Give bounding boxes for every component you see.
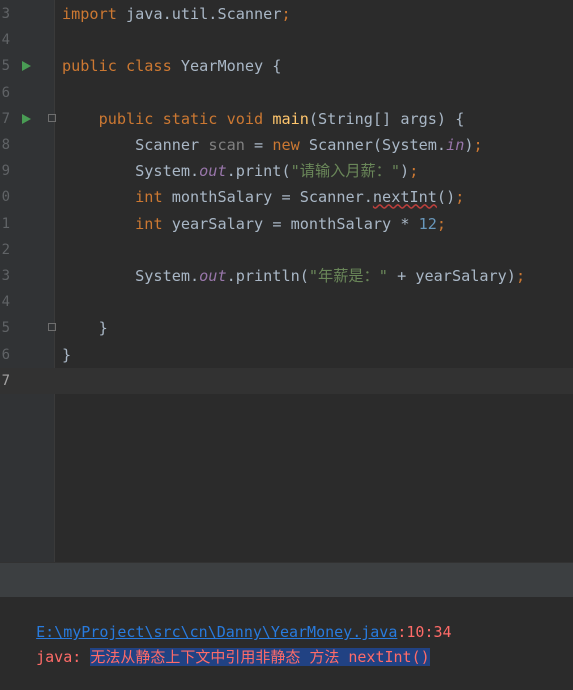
error-prefix: java: — [36, 648, 91, 666]
error-message-line: java: 无法从静态上下文中引用非静态 方法 nextInt() — [0, 624, 430, 666]
error-location-line: E:\myProject\src\cn\Danny\YearMoney.java… — [0, 599, 451, 641]
code-text: int monthSalary = Scanner.nextInt(); — [62, 184, 464, 210]
code-text: Scanner scan = new Scanner(System.in); — [62, 132, 483, 158]
line-number: 9 — [1, 163, 10, 180]
code-line[interactable]: 4 — [0, 27, 573, 53]
code-token: int — [135, 214, 172, 233]
code-line[interactable]: 2 — [0, 237, 573, 263]
code-token: (String[] args) { — [308, 109, 465, 128]
code-token: "年薪是：" — [308, 267, 388, 285]
line-number: 3 — [1, 268, 10, 284]
code-token: ; — [436, 214, 447, 233]
code-token: } — [62, 345, 72, 364]
line-number: 2 — [1, 241, 10, 258]
code-line[interactable]: 6 — [0, 80, 573, 106]
run-panel-toolbar — [0, 562, 573, 598]
code-line[interactable]: 7 public static void main(String[] args)… — [0, 106, 573, 132]
code-token: = — [244, 136, 273, 154]
code-token: } — [62, 319, 108, 338]
line-number: 0 — [1, 189, 10, 206]
code-token: ) — [464, 136, 474, 154]
line-number: 6 — [1, 346, 10, 363]
code-text: import java.util.Scanner; — [62, 1, 291, 27]
code-token: ; — [515, 267, 526, 285]
code-token: out — [199, 267, 227, 285]
code-token: 12 — [418, 214, 437, 233]
code-token: public class — [62, 57, 181, 76]
code-token: int — [135, 188, 172, 207]
code-line[interactable]: 4 — [0, 289, 573, 315]
code-token: monthSalary = Scanner. — [171, 188, 373, 207]
line-number: 7 — [1, 110, 10, 127]
code-text: } — [62, 342, 71, 368]
code-line[interactable]: 0 int monthSalary = Scanner.nextInt(); — [0, 184, 573, 210]
line-number: 3 — [1, 6, 10, 22]
code-token: Scanner(System. — [308, 136, 447, 154]
code-token: main — [272, 109, 309, 128]
code-token: Scanner — [62, 136, 209, 154]
run-gutter-icon[interactable] — [22, 61, 31, 72]
code-token: java.util.Scanner — [116, 5, 282, 23]
line-number: 4 — [1, 32, 10, 49]
code-line[interactable]: 3 import java.util.Scanner; — [0, 1, 573, 27]
code-token: nextInt — [372, 188, 437, 207]
code-token: new — [272, 136, 309, 154]
line-number: 4 — [1, 294, 10, 311]
code-token: import — [62, 5, 117, 23]
line-number: 6 — [1, 84, 10, 101]
code-token: ; — [455, 188, 465, 207]
code-token: () — [436, 188, 456, 207]
code-token: scan — [208, 136, 245, 154]
run-gutter-icon[interactable] — [22, 113, 31, 124]
fold-icon[interactable] — [48, 113, 56, 122]
code-token: .print( — [226, 162, 291, 181]
code-token: System. — [62, 162, 200, 181]
line-number: 7 — [1, 372, 10, 389]
line-number: 5 — [1, 58, 10, 75]
code-text: int yearSalary = monthSalary * 12; — [62, 211, 446, 237]
code-editor[interactable]: 3 import java.util.Scanner; 4 5 public class… — [0, 0, 573, 562]
code-token: ; — [409, 162, 419, 181]
error-message[interactable]: 无法从静态上下文中引用非静态 方法 nextInt() — [90, 648, 430, 666]
code-text: } — [62, 315, 108, 341]
code-token: "请输入月薪：" — [290, 162, 401, 181]
code-line[interactable]: 9 System.out.print("请输入月薪："); — [0, 158, 573, 184]
code-token: ; — [281, 5, 291, 23]
code-token: YearMoney { — [180, 57, 282, 76]
fold-icon[interactable] — [48, 323, 56, 332]
code-line[interactable]: 8 Scanner scan = new Scanner(System.in); — [0, 132, 573, 158]
line-number: 5 — [1, 320, 10, 337]
code-token: ) — [400, 162, 410, 181]
code-line[interactable]: 5 } — [0, 315, 573, 341]
code-token: out — [199, 162, 227, 181]
code-token: public static void — [98, 109, 273, 128]
build-output-console: E:\myProject\src\cn\Danny\YearMoney.java… — [0, 597, 573, 672]
code-line[interactable]: 3 System.out.println("年薪是：" + yearSalary… — [0, 263, 573, 289]
code-text: System.out.print("请输入月薪："); — [62, 158, 418, 184]
code-token: ; — [473, 136, 483, 154]
code-token: in — [446, 136, 465, 154]
code-line[interactable]: 5 public class YearMoney { — [0, 53, 573, 79]
code-token: yearSalary = monthSalary * — [171, 214, 419, 233]
code-line[interactable]: 7 — [0, 367, 573, 394]
code-text: public static void main(String[] args) { — [62, 106, 465, 132]
code-text: public class YearMoney { — [62, 53, 281, 79]
code-line[interactable]: 1 int yearSalary = monthSalary * 12; — [0, 211, 573, 237]
code-token: .println( — [226, 267, 309, 285]
line-number: 8 — [1, 137, 10, 153]
code-text: System.out.println("年薪是：" + yearSalary); — [62, 263, 525, 289]
code-token: + yearSalary) — [387, 267, 516, 285]
code-line[interactable]: 6} — [0, 342, 573, 368]
line-number: 1 — [1, 215, 10, 232]
code-token: System. — [62, 267, 200, 285]
